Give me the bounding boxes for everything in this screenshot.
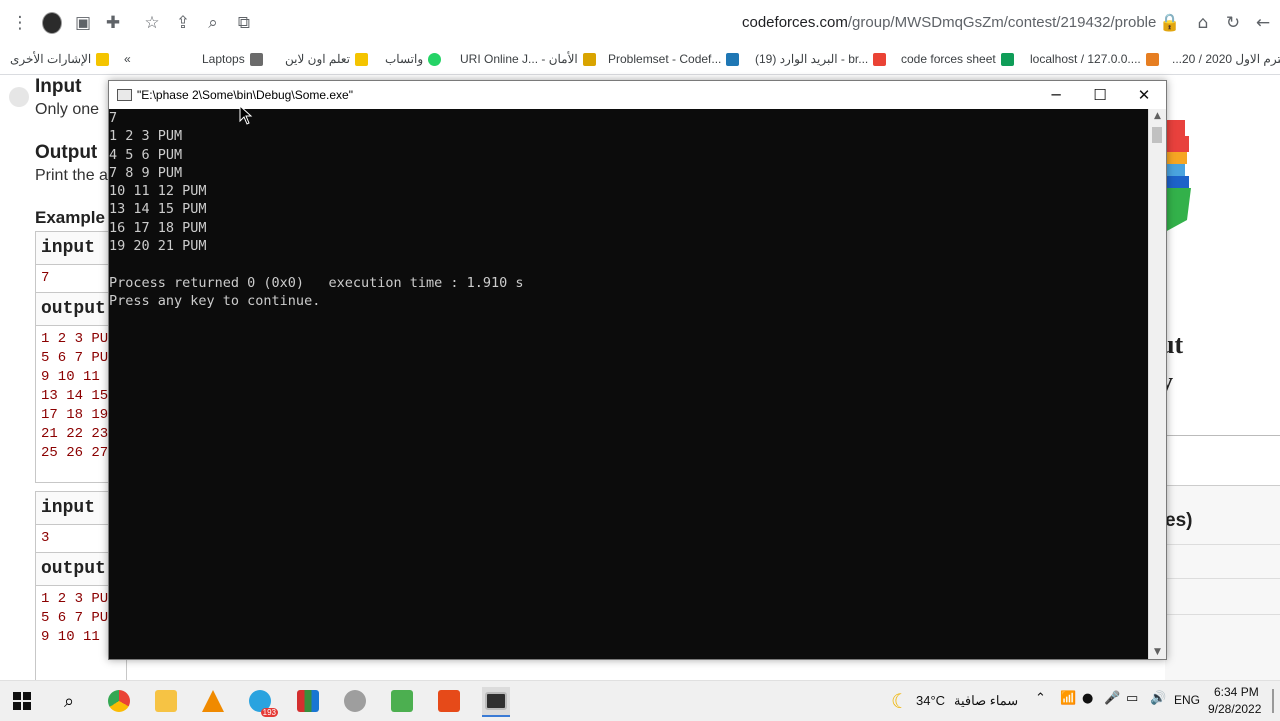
bookmark-laptops[interactable]: Laptops xyxy=(202,52,263,66)
sidebar-divider xyxy=(1165,435,1280,436)
example-heading: Example xyxy=(35,208,105,227)
input-heading: Input xyxy=(35,76,82,97)
bookmark-label: ...20 / 2020 الترم الاول xyxy=(1172,52,1280,66)
telegram-icon[interactable]: 193 xyxy=(246,687,278,717)
codeblocks-red-icon[interactable] xyxy=(435,687,463,715)
bookmark-star-icon[interactable]: ☆ xyxy=(142,13,162,33)
bookmark-problemset[interactable]: Problemset - Codef... xyxy=(608,52,740,66)
url-domain: codeforces.com xyxy=(742,14,848,31)
winrar-icon[interactable] xyxy=(294,687,322,715)
address-bar[interactable]: codeforces.com/group/MWSDmqGsZm/contest/… xyxy=(742,10,1157,36)
lock-icon[interactable]: 🔒 xyxy=(1159,13,1180,33)
folder-icon xyxy=(355,52,369,66)
bookmark-label: تعلم اون لاين xyxy=(285,52,351,66)
output-heading: Output xyxy=(35,142,98,163)
close-button[interactable]: ✕ xyxy=(1122,81,1166,109)
chrome-icon[interactable] xyxy=(105,687,133,715)
codeblocks-green-icon[interactable] xyxy=(388,687,416,715)
sidebar-icon[interactable]: ▣ xyxy=(73,13,93,33)
bookmark-label: Problemset - Codef... xyxy=(608,52,722,66)
sidebar-box: es) xyxy=(1165,485,1280,680)
translate-icon[interactable]: ⧉ xyxy=(234,13,254,33)
codeforces-logo xyxy=(1165,120,1191,232)
weather-moon-icon[interactable]: ☾ xyxy=(886,687,914,715)
weather-temp[interactable]: 34°C xyxy=(916,693,945,708)
cart-icon xyxy=(249,52,263,66)
uri-icon xyxy=(582,52,596,66)
console-window[interactable]: "E:\phase 2\Some\bin\Debug\Some.exe" ─ ☐… xyxy=(108,80,1167,660)
browser-toolbar: ⋮ ▣ ✚ ☆ ⇪ ⌕ ⧉ codeforces.com/group/MWSDm… xyxy=(0,0,1280,47)
file-explorer-icon[interactable] xyxy=(152,687,180,715)
bookmark-other[interactable]: الإشارات الأخرى xyxy=(10,52,110,66)
folder-icon xyxy=(96,52,110,66)
scroll-thumb[interactable] xyxy=(1152,127,1162,143)
extensions-icon[interactable]: ✚ xyxy=(103,13,123,33)
scroll-up-icon[interactable]: ▲ xyxy=(1149,109,1166,123)
whatsapp-icon xyxy=(428,52,442,66)
sidebar-row-divider xyxy=(1165,544,1280,545)
menu-dots-icon[interactable]: ⋮ xyxy=(10,13,30,33)
bookmarks-bar: الإشارات الأخرى « Laptops تعلم اون لاين … xyxy=(0,46,1280,75)
battery-icon[interactable]: ▭ xyxy=(1126,691,1138,706)
windows-taskbar: ⌕ 193 ☾ 34°C سماء صافية ⌃ 📶 ● 🎤 ▭ 🔊 ENG … xyxy=(0,680,1280,721)
bookmark-whatsapp[interactable]: واتساب xyxy=(385,52,442,66)
bookmark-label: واتساب xyxy=(385,52,424,66)
console-title: "E:\phase 2\Some\bin\Debug\Some.exe" xyxy=(137,88,353,102)
reload-icon[interactable]: ↻ xyxy=(1223,13,1243,33)
console-app-icon xyxy=(117,89,132,101)
weather-description[interactable]: سماء صافية xyxy=(954,693,1018,709)
zoom-icon[interactable]: ⌕ xyxy=(203,13,223,33)
bookmark-online-learning[interactable]: تعلم اون لاين xyxy=(285,52,369,66)
phpmyadmin-icon xyxy=(1145,52,1159,66)
clock-time[interactable]: 6:34 PM xyxy=(1214,685,1259,699)
console-taskbar-icon[interactable] xyxy=(482,687,510,717)
windows-start-icon[interactable] xyxy=(8,687,36,715)
search-icon[interactable]: ⌕ xyxy=(55,687,83,715)
output-description: Print the a xyxy=(35,167,108,184)
page-scroll-icon xyxy=(9,87,29,107)
sidebar-row-divider xyxy=(1165,614,1280,615)
profile-avatar[interactable] xyxy=(42,12,62,34)
paint-icon[interactable] xyxy=(341,687,369,715)
minimize-button[interactable]: ─ xyxy=(1034,81,1078,109)
sidebar-box-title: es) xyxy=(1165,510,1193,531)
sheets-icon xyxy=(1000,52,1014,66)
volume-icon[interactable]: 🔊 xyxy=(1150,691,1166,706)
console-scrollbar[interactable]: ▲ ▼ xyxy=(1148,109,1166,659)
bookmark-localhost[interactable]: localhost / 127.0.0.... xyxy=(1030,52,1159,66)
bookmarks-overflow-icon[interactable]: « xyxy=(124,52,131,66)
sidebar-row-divider xyxy=(1165,578,1280,579)
network-icon[interactable]: 📶 xyxy=(1060,691,1076,706)
meet-icon[interactable]: ● xyxy=(1082,691,1093,706)
telegram-badge: 193 xyxy=(260,708,278,717)
language-indicator[interactable]: ENG xyxy=(1174,693,1200,707)
bookmark-label: Laptops xyxy=(202,52,245,66)
scroll-down-icon[interactable]: ▼ xyxy=(1149,645,1166,659)
gmail-icon xyxy=(873,52,887,66)
microphone-icon[interactable]: 🎤 xyxy=(1104,691,1120,706)
tray-expand-icon[interactable]: ⌃ xyxy=(1035,691,1046,706)
home-icon[interactable]: ⌂ xyxy=(1193,13,1213,33)
bookmark-label: الإشارات الأخرى xyxy=(10,52,92,66)
console-titlebar[interactable]: "E:\phase 2\Some\bin\Debug\Some.exe" ─ ☐… xyxy=(109,81,1166,109)
console-output[interactable]: 7 1 2 3 PUM 4 5 6 PUM 7 8 9 PUM 10 11 12… xyxy=(109,109,1149,659)
vlc-icon[interactable] xyxy=(199,687,227,715)
mouse-cursor-icon xyxy=(239,105,253,125)
clock-date[interactable]: 9/28/2022 xyxy=(1208,702,1261,716)
share-icon[interactable]: ⇪ xyxy=(173,13,193,33)
bookmark-cf-sheet[interactable]: code forces sheet xyxy=(901,52,1014,66)
input-description: Only one xyxy=(35,101,100,118)
bookmark-label: code forces sheet xyxy=(901,52,996,66)
show-desktop-button[interactable] xyxy=(1272,689,1274,713)
bookmark-uri[interactable]: URI Online J... - الأمان xyxy=(460,52,596,66)
bookmark-label: URI Online J... - الأمان xyxy=(460,52,578,66)
codeforces-icon xyxy=(726,52,740,66)
bookmark-label: localhost / 127.0.0.... xyxy=(1030,52,1141,66)
bookmark-label: (19) البريد الوارد - br... xyxy=(755,52,869,66)
bookmark-gmail[interactable]: (19) البريد الوارد - br... xyxy=(755,52,887,66)
maximize-button[interactable]: ☐ xyxy=(1078,81,1122,109)
url-path: /group/MWSDmqGsZm/contest/219432/problem… xyxy=(847,14,1157,31)
back-arrow-icon[interactable]: ← xyxy=(1253,13,1273,33)
bookmark-term[interactable]: ...20 / 2020 الترم الاول xyxy=(1172,52,1280,66)
